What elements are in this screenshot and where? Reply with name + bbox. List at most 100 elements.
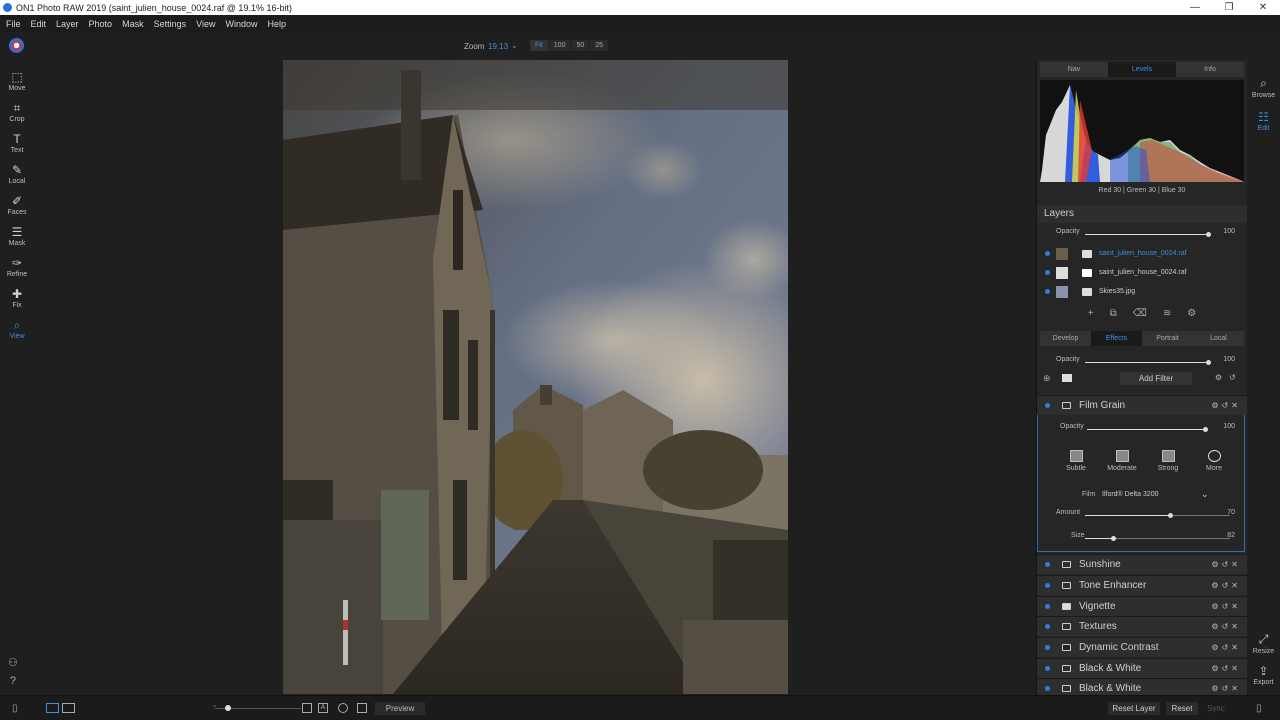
filter-film-grain[interactable]: Film Grain ⚙↺✕ xyxy=(1037,395,1247,415)
zoom-dropdown-icon[interactable]: ⌄ xyxy=(511,41,518,50)
filter-vignette[interactable]: Vignette ⚙↺✕ xyxy=(1037,596,1247,616)
maximize-button[interactable]: ❐ xyxy=(1212,2,1246,13)
lock-icon[interactable]: ⊕ xyxy=(1043,373,1051,384)
menu-edit[interactable]: Edit xyxy=(31,19,47,29)
slider-knob[interactable] xyxy=(1206,360,1211,365)
filter-textures[interactable]: Textures ⚙↺✕ xyxy=(1037,616,1247,636)
preset-more[interactable]: More xyxy=(1193,450,1235,472)
layer-item[interactable]: saint_julien_house_0024.raf xyxy=(1037,244,1247,263)
panel-toggle-icon[interactable]: ▯ xyxy=(12,703,18,714)
zoom-25-button[interactable]: 25 xyxy=(590,40,609,51)
filter-controls[interactable]: ⚙↺✕ xyxy=(1211,602,1241,611)
filter-controls[interactable]: ⚙↺✕ xyxy=(1211,560,1241,569)
layer-settings-icon[interactable]: ⚙ xyxy=(1187,308,1196,322)
tool-crop[interactable]: ⌗ Crop xyxy=(0,101,34,132)
tab-info[interactable]: Info xyxy=(1176,62,1244,77)
filter-controls[interactable]: ⚙↺✕ xyxy=(1211,401,1241,410)
visibility-dot-icon[interactable] xyxy=(1045,583,1050,588)
export-button[interactable]: ⇪ Export xyxy=(1247,664,1280,686)
amount-slider[interactable]: Amount 70 xyxy=(1037,508,1247,522)
tool-mask[interactable]: ☰ Mask xyxy=(0,225,34,256)
add-filter-button[interactable]: Add Filter xyxy=(1120,372,1192,385)
preset-moderate[interactable]: Moderate xyxy=(1101,450,1143,472)
menu-help[interactable]: Help xyxy=(268,19,287,29)
filter-dynamic-contrast[interactable]: Dynamic Contrast ⚙↺✕ xyxy=(1037,637,1247,657)
browse-button[interactable]: ⌕ Browse xyxy=(1247,76,1280,99)
tool-view[interactable]: ⌕ View xyxy=(0,318,34,349)
tab-develop[interactable]: Develop xyxy=(1040,331,1091,346)
visibility-dot-icon[interactable] xyxy=(1045,289,1050,294)
filter-controls[interactable]: ⚙↺✕ xyxy=(1211,664,1241,673)
mask-icon[interactable] xyxy=(1062,374,1072,382)
filter-controls[interactable]: ⚙↺✕ xyxy=(1211,622,1241,631)
tool-local[interactable]: ✎ Local xyxy=(0,163,34,194)
add-layer-icon[interactable]: + xyxy=(1088,308,1094,322)
visibility-dot-icon[interactable] xyxy=(1045,251,1050,256)
tool-move[interactable]: ⬚ Move xyxy=(0,70,34,101)
slider-knob[interactable] xyxy=(225,705,231,711)
zoom-fit-button[interactable]: Fit xyxy=(530,40,548,51)
tab-local[interactable]: Local xyxy=(1193,331,1244,346)
menu-view[interactable]: View xyxy=(196,19,215,29)
mask-icon[interactable] xyxy=(1062,665,1071,672)
account-icon[interactable]: ⚇ xyxy=(8,656,18,669)
filter-tone-enhancer[interactable]: Tone Enhancer ⚙↺✕ xyxy=(1037,575,1247,595)
reset-icon[interactable]: ↺ xyxy=(1229,373,1236,382)
tool-refine[interactable]: ✑ Refine xyxy=(0,256,34,287)
visibility-dot-icon[interactable] xyxy=(1045,604,1050,609)
tab-nav[interactable]: Nav xyxy=(1040,62,1108,77)
slider-knob[interactable] xyxy=(1111,536,1116,541)
resize-button[interactable]: ⤢ Resize xyxy=(1247,632,1280,655)
layers-header[interactable]: Layers xyxy=(1037,205,1247,223)
film-type-select[interactable]: Film Ilford® Delta 3200 ⌄ xyxy=(1037,489,1247,502)
visibility-dot-icon[interactable] xyxy=(1045,624,1050,629)
tab-effects[interactable]: Effects xyxy=(1091,331,1142,346)
mask-icon[interactable] xyxy=(1062,582,1071,589)
preset-subtle[interactable]: Subtle xyxy=(1055,450,1097,472)
effects-opacity-slider[interactable]: Opacity 100 xyxy=(1037,355,1247,369)
compare-icon[interactable] xyxy=(357,703,367,713)
filter-sunshine[interactable]: Sunshine ⚙↺✕ xyxy=(1037,554,1247,574)
mask-icon[interactable] xyxy=(1082,249,1092,258)
merge-layers-icon[interactable]: ≋ xyxy=(1163,308,1171,322)
zoom-value[interactable]: 19.13 xyxy=(488,42,508,51)
settings-icon[interactable]: ⚙ xyxy=(1215,373,1222,382)
visibility-dot-icon[interactable] xyxy=(1045,562,1050,567)
visibility-dot-icon[interactable] xyxy=(1045,686,1050,691)
film-grain-opacity-slider[interactable]: Opacity 100 xyxy=(1037,422,1247,436)
image-canvas[interactable] xyxy=(34,60,1036,695)
menu-layer[interactable]: Layer xyxy=(56,19,79,29)
mask-icon[interactable] xyxy=(1062,603,1071,610)
mask-icon[interactable] xyxy=(1062,402,1071,409)
filter-controls[interactable]: ⚙↺✕ xyxy=(1211,643,1241,652)
chevron-down-icon[interactable]: ⌄ xyxy=(1201,489,1209,500)
menu-file[interactable]: File xyxy=(6,19,21,29)
tab-portrait[interactable]: Portrait xyxy=(1142,331,1193,346)
layer-item[interactable]: Skies35.jpg xyxy=(1037,282,1247,301)
close-button[interactable]: ✕ xyxy=(1246,2,1280,13)
tool-faces[interactable]: ✐ Faces xyxy=(0,194,34,225)
slider-knob[interactable] xyxy=(1203,427,1208,432)
mask-icon[interactable] xyxy=(1062,623,1071,630)
visibility-dot-icon[interactable] xyxy=(1045,666,1050,671)
help-icon[interactable]: ? xyxy=(10,675,16,687)
filter-controls[interactable]: ⚙↺✕ xyxy=(1211,581,1241,590)
visibility-dot-icon[interactable] xyxy=(1045,645,1050,650)
visibility-dot-icon[interactable] xyxy=(1045,270,1050,275)
preset-strong[interactable]: Strong xyxy=(1147,450,1189,472)
layers-opacity-slider[interactable]: Opacity 100 xyxy=(1037,227,1247,241)
filter-black-white[interactable]: Black & White ⚙↺✕ xyxy=(1037,658,1247,678)
menu-window[interactable]: Window xyxy=(225,19,257,29)
preview-button[interactable]: Preview xyxy=(375,702,425,715)
crop-overlay-icon[interactable] xyxy=(302,703,312,713)
visibility-dot-icon[interactable] xyxy=(1045,403,1050,408)
filmstrip-view-icon[interactable] xyxy=(62,703,75,713)
mask-icon[interactable] xyxy=(1082,268,1092,277)
filter-controls[interactable]: ⚙↺✕ xyxy=(1211,684,1241,693)
mask-icon[interactable] xyxy=(1062,685,1071,692)
text-overlay-icon[interactable]: A xyxy=(318,703,328,713)
mask-icon[interactable] xyxy=(1082,287,1092,296)
minimize-button[interactable]: — xyxy=(1178,2,1212,13)
slider-knob[interactable] xyxy=(1168,513,1173,518)
edit-button[interactable]: ☷ Edit xyxy=(1247,110,1280,132)
